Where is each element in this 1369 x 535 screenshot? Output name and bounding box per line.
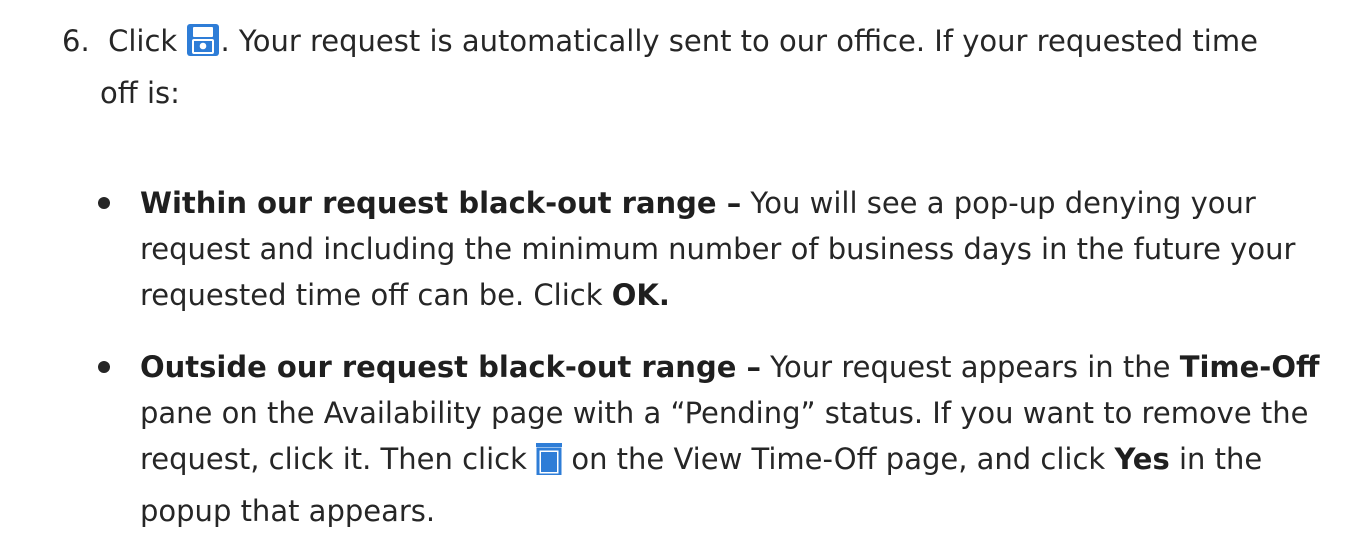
step-text-line2: off is: bbox=[100, 76, 180, 110]
bullet-text: on the View Time-Off page, and click bbox=[562, 442, 1115, 476]
list-item-within-range: Within our request black-out range – You… bbox=[96, 180, 1361, 318]
document-page: 6. Click . Your request is automatically… bbox=[0, 0, 1369, 535]
outcome-list: Within our request black-out range – You… bbox=[96, 180, 1361, 534]
step-number: 6. bbox=[62, 24, 90, 58]
time-off-label: Time-Off bbox=[1179, 350, 1320, 384]
step-click-word: Click bbox=[108, 24, 178, 58]
bullet-dot bbox=[98, 361, 110, 373]
step-6-text: 6. Click . Your request is automatically… bbox=[62, 18, 1352, 116]
trash-icon bbox=[536, 442, 563, 488]
bullet-title: Outside our request black-out range – bbox=[140, 350, 761, 384]
save-icon bbox=[186, 23, 220, 70]
list-item-outside-range: Outside our request black-out range – Yo… bbox=[96, 344, 1361, 534]
yes-label: Yes bbox=[1114, 442, 1170, 476]
bullet-title: Within our request black-out range – bbox=[140, 186, 742, 220]
ok-label: OK. bbox=[611, 278, 670, 312]
bullet-dot bbox=[98, 197, 110, 209]
bullet-text: Your request appears in the bbox=[760, 350, 1180, 384]
step-text-line1: . Your request is automatically sent to … bbox=[220, 24, 1258, 58]
